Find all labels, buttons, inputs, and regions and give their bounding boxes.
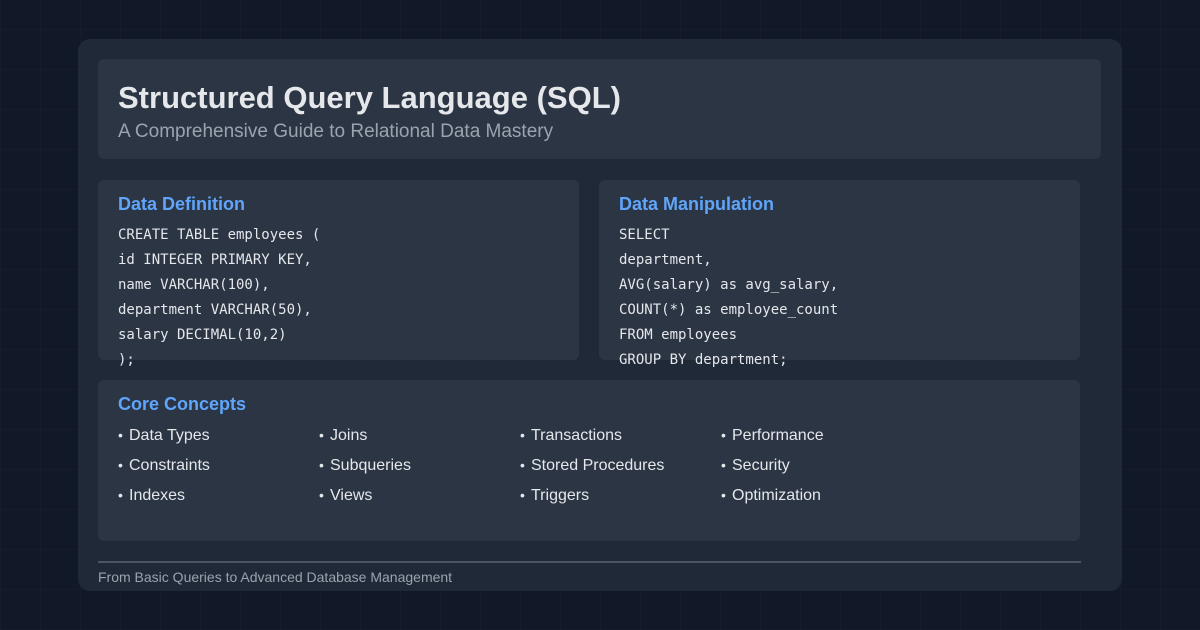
concept-label: Transactions bbox=[531, 427, 622, 444]
bullet-icon: • bbox=[319, 457, 324, 473]
core-concepts-list: • Data Types • Constraints • Indexes • Joins… bbox=[118, 420, 938, 510]
bullet-icon: • bbox=[520, 457, 525, 473]
header-panel: Structured Query Language (SQL) A Compre… bbox=[98, 59, 1101, 159]
footer-divider bbox=[98, 561, 1081, 563]
code-line: GROUP BY department; bbox=[619, 352, 788, 368]
list-item: • Performance bbox=[721, 420, 922, 450]
list-item: • Data Types bbox=[118, 420, 319, 450]
bullet-icon: • bbox=[118, 487, 123, 503]
code-line: name VARCHAR(100), bbox=[118, 277, 270, 293]
list-item: • Transactions bbox=[520, 420, 721, 450]
data-definition-panel: Data Definition CREATE TABLE employees (… bbox=[98, 180, 579, 368]
data-definition-code: CREATE TABLE employees ( id INTEGER PRIM… bbox=[118, 223, 320, 373]
code-line: department VARCHAR(50), bbox=[118, 302, 312, 318]
concept-label: Joins bbox=[330, 427, 368, 444]
list-item: • Views bbox=[319, 480, 520, 510]
bullet-icon: • bbox=[721, 487, 726, 503]
concept-label: Triggers bbox=[531, 487, 590, 504]
code-line: ); bbox=[118, 352, 135, 368]
list-item: • Security bbox=[721, 450, 922, 480]
core-concepts-panel: Core Concepts • Data Types • Constraints •… bbox=[98, 380, 1080, 541]
list-item: • Optimization bbox=[721, 480, 922, 510]
data-definition-title: Data Definition bbox=[118, 194, 246, 214]
data-manipulation-title: Data Manipulation bbox=[619, 194, 775, 214]
bullet-icon: • bbox=[520, 487, 525, 503]
code-line: salary DECIMAL(10,2) bbox=[118, 327, 287, 343]
code-line: SELECT bbox=[619, 227, 670, 243]
concept-label: Subqueries bbox=[330, 457, 411, 474]
list-item: • Constraints bbox=[118, 450, 319, 480]
code-line: COUNT(*) as employee_count bbox=[619, 302, 839, 318]
data-manipulation-code: SELECT department, AVG(salary) as avg_sa… bbox=[619, 223, 838, 373]
concept-label: Indexes bbox=[129, 487, 186, 504]
core-concepts-title: Core Concepts bbox=[118, 394, 247, 414]
code-line: FROM employees bbox=[619, 327, 738, 343]
data-manipulation-panel: Data Manipulation SELECT department, AVG… bbox=[599, 180, 1080, 368]
bullet-icon: • bbox=[721, 427, 726, 443]
footer-text: From Basic Queries to Advanced Database … bbox=[98, 569, 453, 585]
code-line: id INTEGER PRIMARY KEY, bbox=[118, 252, 312, 268]
concept-label: Data Types bbox=[129, 427, 210, 444]
code-line: CREATE TABLE employees ( bbox=[118, 227, 321, 243]
list-item: • Subqueries bbox=[319, 450, 520, 480]
main-card: Structured Query Language (SQL) A Compre… bbox=[78, 39, 1122, 591]
list-item: • Triggers bbox=[520, 480, 721, 510]
bullet-icon: • bbox=[520, 427, 525, 443]
concept-label: Stored Procedures bbox=[531, 457, 665, 474]
list-item: • Stored Procedures bbox=[520, 450, 721, 480]
concept-label: Security bbox=[732, 457, 790, 474]
list-item: • Indexes bbox=[118, 480, 319, 510]
bullet-icon: • bbox=[721, 457, 726, 473]
concept-label: Performance bbox=[732, 427, 824, 444]
bullet-icon: • bbox=[118, 457, 123, 473]
page-title: Structured Query Language (SQL) bbox=[118, 80, 621, 115]
page-subtitle: A Comprehensive Guide to Relational Data… bbox=[118, 121, 554, 142]
code-line: department, bbox=[619, 252, 712, 268]
bullet-icon: • bbox=[118, 427, 123, 443]
bullet-icon: • bbox=[319, 427, 324, 443]
bullet-icon: • bbox=[319, 487, 324, 503]
concept-label: Views bbox=[330, 487, 373, 504]
concept-label: Optimization bbox=[732, 487, 821, 504]
code-line: AVG(salary) as avg_salary, bbox=[619, 277, 839, 293]
list-item: • Joins bbox=[319, 420, 520, 450]
concept-label: Constraints bbox=[129, 457, 210, 474]
